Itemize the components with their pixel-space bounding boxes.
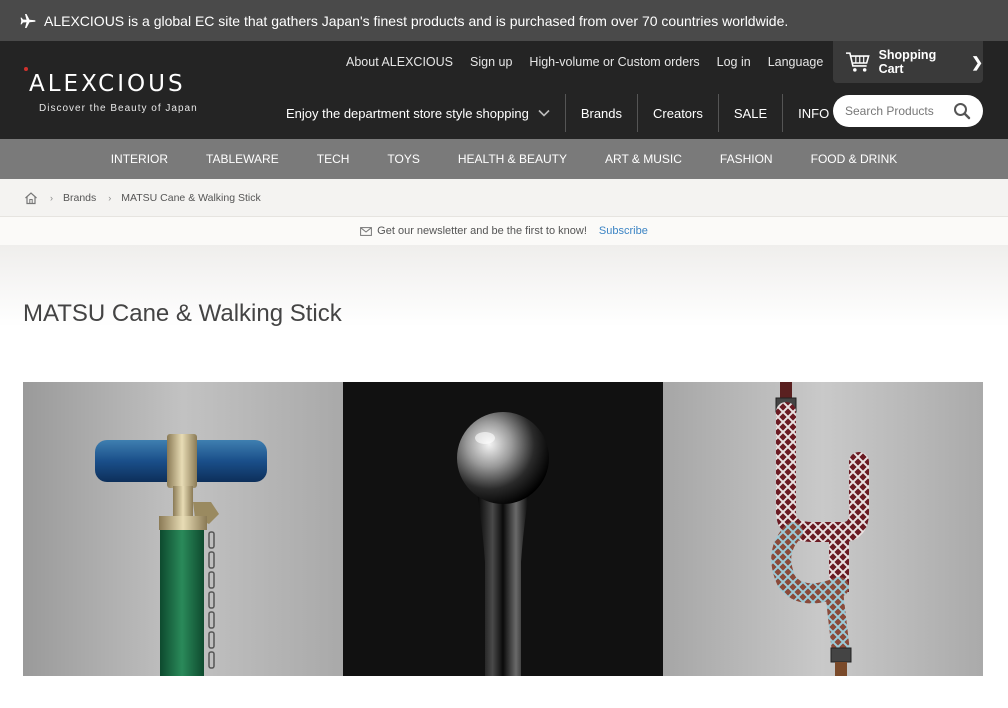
title-area: MATSU Cane & Walking Stick: [0, 245, 1008, 382]
logo-name: ALEXCIOUS: [29, 71, 186, 97]
search-box: [833, 95, 983, 127]
breadcrumb-separator: ›: [108, 192, 112, 203]
category-food-drink[interactable]: FOOD & DRINK: [792, 152, 917, 166]
breadcrumb-brands[interactable]: Brands: [63, 192, 96, 204]
search-input[interactable]: [845, 104, 945, 118]
newsletter-bar: Get our newsletter and be the first to k…: [0, 217, 1008, 245]
t-handle-cane-illustration: [95, 434, 267, 676]
category-art-music[interactable]: ART & MUSIC: [586, 152, 701, 166]
rope-cane-illustration: [771, 382, 869, 676]
logo-dot: [24, 67, 28, 71]
nav-login[interactable]: Log in: [717, 55, 751, 69]
category-nav: INTERIOR TABLEWARE TECH TOYS HEALTH & BE…: [0, 139, 1008, 179]
site-header: ALEXCIOUS Discover the Beauty of Japan A…: [0, 41, 1008, 139]
category-health-beauty[interactable]: HEALTH & BEAUTY: [439, 152, 586, 166]
nav-signup[interactable]: Sign up: [470, 55, 512, 69]
breadcrumb: › Brands › MATSU Cane & Walking Stick: [0, 179, 1008, 217]
category-tech[interactable]: TECH: [298, 152, 369, 166]
nav-custom-orders[interactable]: High-volume or Custom orders: [529, 55, 699, 69]
top-nav: About ALEXCIOUS Sign up High-volume or C…: [346, 55, 823, 69]
breadcrumb-current: MATSU Cane & Walking Stick: [121, 191, 261, 204]
category-fashion[interactable]: FASHION: [701, 152, 792, 166]
category-tableware[interactable]: TABLEWARE: [187, 152, 298, 166]
category-toys[interactable]: TOYS: [368, 152, 438, 166]
announcement-bar: ALEXCIOUS is a global EC site that gathe…: [0, 0, 1008, 41]
site-logo[interactable]: ALEXCIOUS Discover the Beauty of Japan: [24, 67, 198, 114]
hero-panel-ball-cane: [343, 382, 663, 676]
ball-cane-illustration: [457, 412, 549, 676]
main-nav: Enjoy the department store style shoppin…: [276, 94, 844, 132]
category-interior[interactable]: INTERIOR: [92, 152, 187, 166]
hero-panel-t-handle-cane: [23, 382, 343, 676]
logo-tagline: Discover the Beauty of Japan: [39, 103, 198, 114]
nav-department-store[interactable]: Enjoy the department store style shoppin…: [276, 94, 566, 132]
chevron-right-icon: ❯: [971, 53, 983, 70]
cart-label: Shopping Cart: [878, 48, 937, 76]
hero-panel-rope-cane: [663, 382, 983, 676]
nav-brands[interactable]: Brands: [566, 94, 639, 132]
airplane-icon: [20, 13, 36, 29]
brand-hero-image: [23, 382, 983, 676]
newsletter-text: Get our newsletter and be the first to k…: [377, 225, 587, 237]
breadcrumb-separator: ›: [50, 192, 53, 203]
home-icon[interactable]: [24, 191, 38, 205]
nav-sale[interactable]: SALE: [719, 94, 784, 132]
subscribe-link[interactable]: Subscribe: [599, 225, 648, 237]
announcement-text: ALEXCIOUS is a global EC site that gathe…: [44, 12, 789, 29]
nav-about[interactable]: About ALEXCIOUS: [346, 55, 453, 69]
nav-department-label: Enjoy the department store style shoppin…: [286, 105, 529, 121]
nav-creators[interactable]: Creators: [638, 94, 719, 132]
search-icon[interactable]: [953, 102, 971, 120]
shopping-cart-button[interactable]: Shopping Cart ❯: [833, 41, 983, 83]
cart-icon: [845, 52, 870, 72]
nav-language[interactable]: Language: [768, 55, 824, 69]
chevron-down-icon: [538, 109, 550, 117]
page-title: MATSU Cane & Walking Stick: [23, 300, 342, 327]
mail-icon: [360, 226, 373, 236]
